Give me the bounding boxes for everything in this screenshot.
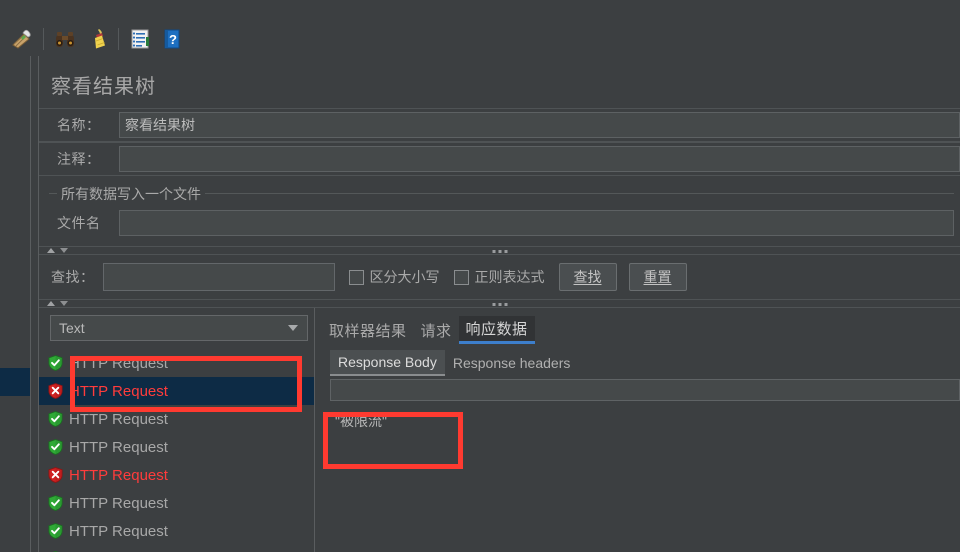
results-tree-pane: Text HTTP Request HTTP Request HTTP Reques… xyxy=(39,308,322,552)
collapse-down-icon[interactable] xyxy=(60,248,68,253)
shield-success-icon xyxy=(48,411,63,427)
regex-label: 正则表达式 xyxy=(474,269,545,285)
comment-row: 注释： xyxy=(39,142,960,176)
collapse-down-icon[interactable] xyxy=(60,301,68,306)
find-button-label: 查找 xyxy=(573,269,602,285)
tree-row-http-request[interactable]: HTTP Request xyxy=(39,377,314,405)
tree-row-http-request[interactable]: HTTP Request xyxy=(39,433,314,461)
reset-button-label: 重置 xyxy=(643,269,672,285)
shield-success-icon xyxy=(48,355,63,371)
detail-tab[interactable]: 取样器结果 xyxy=(322,316,414,344)
split-grip-dots-top xyxy=(492,250,507,253)
split-collapse-arrows-bottom[interactable] xyxy=(47,301,68,306)
toolbar: ? xyxy=(0,22,960,56)
name-row: 名称： 察看结果树 xyxy=(39,108,960,142)
tree-row-label: HTTP Request xyxy=(69,382,168,400)
chevron-down-icon[interactable] xyxy=(288,325,298,331)
comment-label: 注释： xyxy=(57,151,101,167)
view-results-tree-panel: 察看结果树 名称： 察看结果树 注释： 所有数据写入一个文件 文件名 查找： 区… xyxy=(39,56,960,552)
filename-label: 文件名 xyxy=(57,215,101,231)
search-label: 查找： xyxy=(51,269,95,285)
tree-row-http-request[interactable]: HTTP Request xyxy=(39,489,314,517)
tree-row-http-request[interactable]: HTTP Request xyxy=(39,405,314,433)
results-tree-list[interactable]: HTTP Request HTTP Request HTTP Request HTTP… xyxy=(39,349,314,552)
regex-checkbox[interactable]: 正则表达式 xyxy=(453,267,545,287)
shield-error-icon xyxy=(48,467,63,483)
tree-row-label: HTTP Request xyxy=(69,466,168,484)
shield-success-icon xyxy=(48,495,63,511)
renderer-select-value: Text xyxy=(59,320,85,336)
response-subtab[interactable]: Response headers xyxy=(445,350,579,376)
response-subtabs[interactable]: Response Body Response headers xyxy=(330,350,578,376)
checkbox-box-icon[interactable] xyxy=(348,269,364,285)
page-title: 察看结果树 xyxy=(51,76,156,98)
test-plan-tree-strip[interactable] xyxy=(0,56,30,552)
response-body-view[interactable]: "被限流" xyxy=(330,403,960,552)
name-label: 名称： xyxy=(57,117,101,133)
split-grip-dots-bottom xyxy=(492,303,507,306)
response-find-input[interactable] xyxy=(330,379,960,401)
collapse-up-icon[interactable] xyxy=(47,301,55,306)
case-sensitive-label: 区分大小写 xyxy=(369,269,440,285)
results-area: Text HTTP Request HTTP Request HTTP Reques… xyxy=(39,308,960,552)
shield-error-icon xyxy=(48,383,63,399)
collapse-up-icon[interactable] xyxy=(47,248,55,253)
search-input[interactable] xyxy=(102,263,335,291)
reset-button[interactable]: 重置 xyxy=(628,263,687,291)
tree-row-http-request[interactable]: HTTP Request xyxy=(39,517,314,545)
renderer-select[interactable]: Text xyxy=(50,315,308,341)
help-book-icon[interactable]: ? xyxy=(159,26,185,52)
group-legend: 所有数据写入一个文件 xyxy=(57,184,205,204)
find-button[interactable]: 查找 xyxy=(558,263,617,291)
shield-success-icon xyxy=(48,439,63,455)
search-bar: 查找： 区分大小写 正则表达式 查找 重置 xyxy=(39,255,960,299)
split-divider-top[interactable] xyxy=(39,246,960,255)
case-sensitive-checkbox[interactable]: 区分大小写 xyxy=(348,267,440,287)
tree-row-label: HTTP Request xyxy=(69,438,168,456)
toolbar-separator-2 xyxy=(118,28,119,50)
response-detail-pane: 取样器结果 请求 响应数据 Response Body Response header… xyxy=(322,308,960,552)
response-body-text: "被限流" xyxy=(335,413,387,429)
binoculars-search-icon[interactable] xyxy=(52,26,78,52)
split-collapse-arrows-top[interactable] xyxy=(47,248,68,253)
results-tree-scrollbar[interactable] xyxy=(316,352,321,552)
response-subtab[interactable]: Response Body xyxy=(330,350,445,376)
toolbar-separator-1 xyxy=(43,28,44,50)
tree-selected-node-marker[interactable] xyxy=(0,368,30,396)
name-input[interactable]: 察看结果树 xyxy=(119,112,960,138)
detail-tabs[interactable]: 取样器结果 请求 响应数据 xyxy=(322,314,535,344)
tree-row-label: HTTP Request xyxy=(69,354,168,372)
detail-tab[interactable]: 请求 xyxy=(414,316,459,344)
tree-row-http-request[interactable]: HTTP Request xyxy=(39,545,314,552)
tree-row-label: HTTP Request xyxy=(69,494,168,512)
broom-clear-icon[interactable] xyxy=(84,26,110,52)
vertical-split-divider-1[interactable] xyxy=(30,56,31,552)
tree-row-label: HTTP Request xyxy=(69,410,168,428)
split-divider-bottom[interactable] xyxy=(39,299,960,308)
log-viewer-icon[interactable] xyxy=(127,26,153,52)
filename-input[interactable] xyxy=(119,210,954,236)
tree-row-label: HTTP Request xyxy=(69,522,168,540)
tree-row-http-request[interactable]: HTTP Request xyxy=(39,461,314,489)
detail-tab[interactable]: 响应数据 xyxy=(458,316,535,344)
menu-bar xyxy=(0,0,960,23)
checkbox-box-icon[interactable] xyxy=(453,269,469,285)
shield-success-icon xyxy=(48,523,63,539)
filename-row: 文件名 xyxy=(49,210,954,236)
tree-row-http-request[interactable]: HTTP Request xyxy=(39,349,314,377)
results-vertical-divider[interactable] xyxy=(314,308,315,552)
jmeter-window: ? 察看结果树 名称： 察看结果树 注释： 所有数据写入一个文件 文件名 查找：… xyxy=(0,0,960,552)
write-all-data-group: 所有数据写入一个文件 文件名 xyxy=(49,184,954,242)
svg-text:?: ? xyxy=(169,32,177,47)
comment-input[interactable] xyxy=(119,146,960,172)
new-test-plan-icon[interactable] xyxy=(9,26,35,52)
